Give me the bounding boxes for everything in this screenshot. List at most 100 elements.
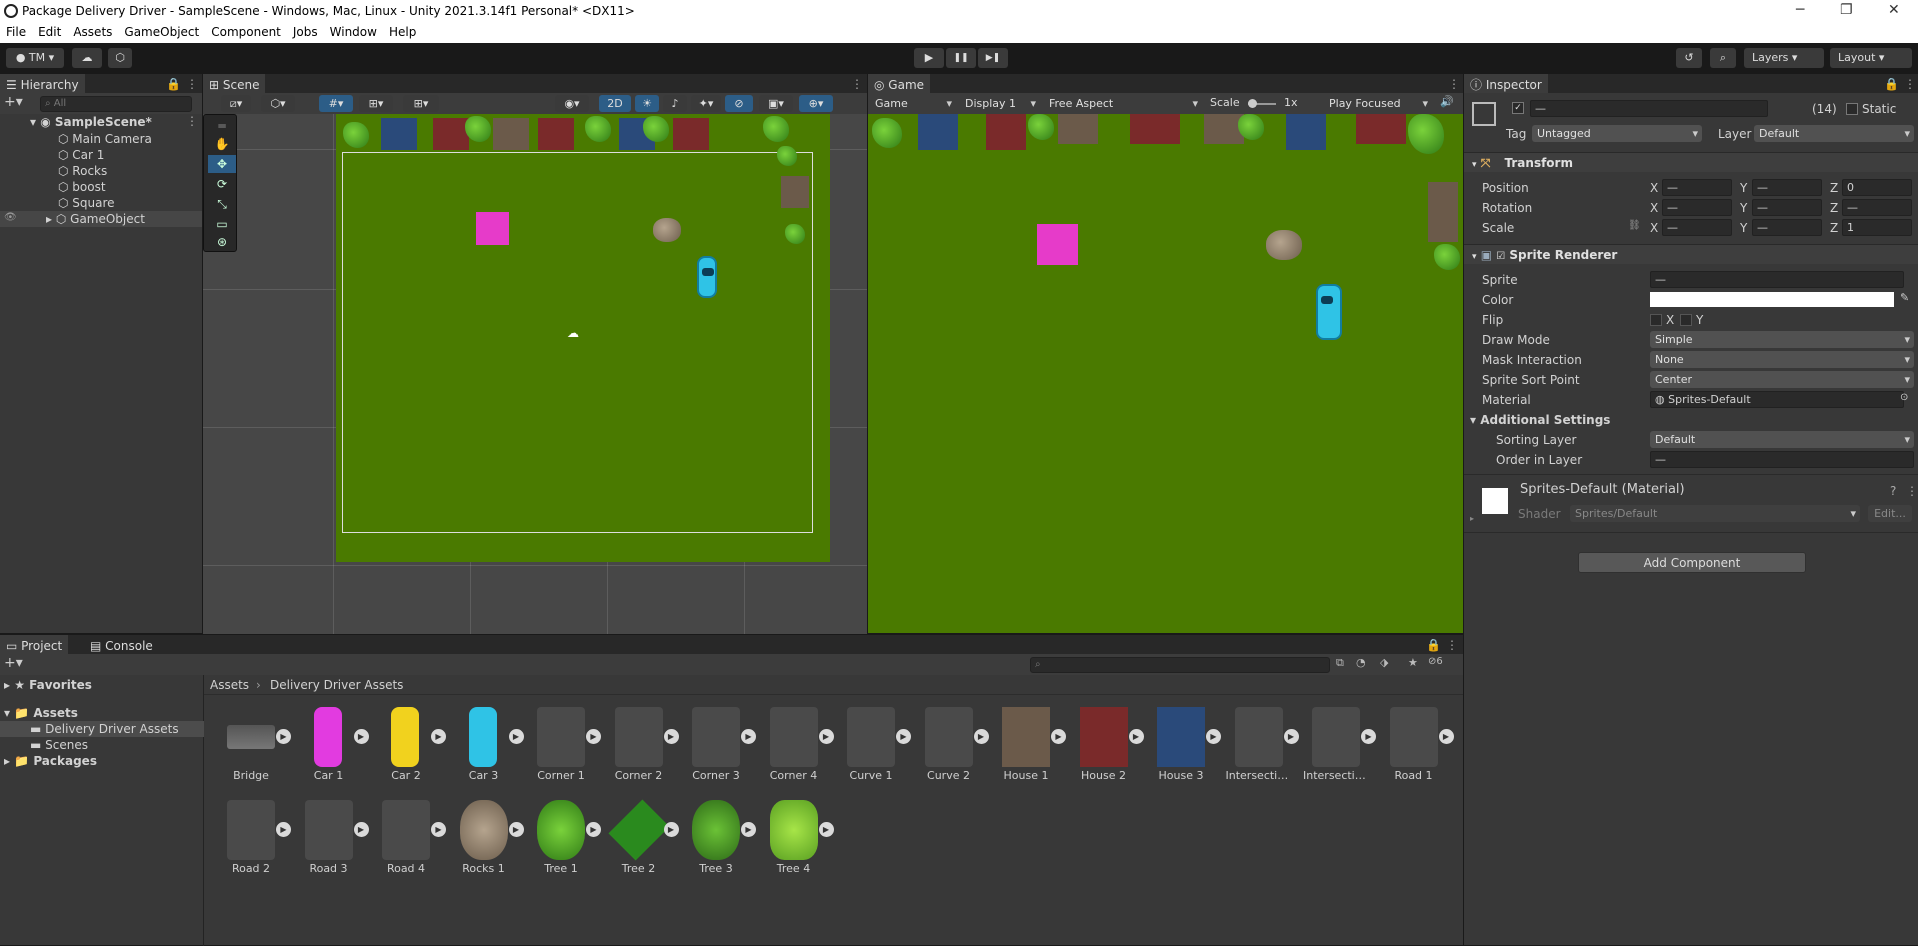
- hidden-packages-icon[interactable]: ⊘6: [1428, 656, 1443, 667]
- menu-gameobject[interactable]: GameObject: [118, 23, 205, 39]
- asset-item[interactable]: ▶ Corner 1: [528, 707, 601, 785]
- asset-item[interactable]: ▶ Road 4: [373, 800, 446, 878]
- cloud-icon[interactable]: ☁: [72, 48, 102, 68]
- asset-item[interactable]: ▶ Tree 2: [606, 799, 679, 878]
- asset-expand-icon[interactable]: ▶: [353, 822, 369, 837]
- layer-dropdown[interactable]: Default: [1754, 125, 1914, 142]
- asset-expand-icon[interactable]: ▶: [741, 729, 756, 744]
- asset-expand-icon[interactable]: ▶: [508, 822, 524, 837]
- asset-item[interactable]: ▶ Road 3: [296, 800, 369, 878]
- object-name-field[interactable]: —: [1530, 100, 1768, 117]
- hand-tool-icon[interactable]: ✋: [208, 135, 236, 153]
- play-button[interactable]: ▶: [914, 48, 944, 68]
- color-swatch[interactable]: [1650, 292, 1894, 307]
- scale-y-field[interactable]: —: [1752, 219, 1822, 236]
- menu-edit[interactable]: Edit: [32, 23, 67, 39]
- flip-x-checkbox[interactable]: [1650, 314, 1662, 326]
- tab-project[interactable]: ▭ Project: [0, 635, 69, 654]
- lock-icon[interactable]: 🔒: [1884, 77, 1899, 91]
- asset-expand-icon[interactable]: ▶: [586, 822, 601, 837]
- asset-item[interactable]: ▶ Tree 3: [683, 800, 756, 878]
- scale-tool-icon[interactable]: ⤡: [208, 195, 236, 213]
- asset-expand-icon[interactable]: ▶: [896, 729, 911, 744]
- audio-icon[interactable]: ♪: [663, 95, 687, 112]
- search-by-type-icon[interactable]: ⧉: [1336, 656, 1344, 670]
- asset-expand-icon[interactable]: ▶: [586, 729, 601, 744]
- position-y-field[interactable]: —: [1752, 179, 1822, 196]
- hierarchy-item-main-camera[interactable]: ⬡ Main Camera: [58, 131, 152, 147]
- asset-expand-icon[interactable]: ▶: [508, 729, 524, 744]
- scene-kebab-icon[interactable]: ⋮: [186, 114, 198, 128]
- asset-item[interactable]: ▶ Corner 4: [761, 707, 834, 785]
- kebab-icon[interactable]: ⋮: [186, 77, 198, 91]
- object-picker-icon[interactable]: ⊙: [1900, 392, 1908, 403]
- material-foldout-icon[interactable]: ▸: [1470, 514, 1474, 523]
- menu-window[interactable]: Window: [324, 23, 383, 39]
- visibility-icon[interactable]: 👁: [4, 212, 17, 223]
- account-button[interactable]: ● TM ▾: [6, 48, 64, 68]
- asset-item[interactable]: ▶ Tree 1: [528, 800, 601, 878]
- asset-item[interactable]: ▶ Intersectio...: [1226, 707, 1299, 785]
- scene-root[interactable]: ▾ ◉ SampleScene*: [30, 114, 152, 130]
- mask-interaction-dropdown[interactable]: None: [1650, 351, 1914, 368]
- asset-expand-icon[interactable]: ▶: [1128, 729, 1144, 744]
- shader-edit-button[interactable]: Edit...: [1868, 505, 1912, 522]
- breadcrumb-assets[interactable]: Assets: [210, 677, 249, 693]
- favorites-item[interactable]: ▸ ★ Favorites: [4, 677, 92, 693]
- asset-expand-icon[interactable]: ▶: [1438, 729, 1454, 744]
- grid-visibility-icon[interactable]: ⊞▾: [403, 95, 439, 112]
- lighting-icon[interactable]: ☀: [635, 95, 659, 112]
- asset-item[interactable]: ▶ House 3: [1148, 707, 1221, 785]
- scale-slider-thumb[interactable]: [1248, 99, 1257, 108]
- sorting-layer-dropdown[interactable]: Default: [1650, 431, 1914, 448]
- rect-tool-icon[interactable]: ▭: [208, 215, 236, 233]
- scene-canvas[interactable]: ☁ ═ ✋ ✥ ⟳ ⤡ ▭ ⊛: [203, 114, 867, 634]
- add-component-button[interactable]: Add Component: [1578, 552, 1806, 573]
- project-search-input[interactable]: ⌕: [1030, 657, 1330, 673]
- asset-item[interactable]: ▶ Curve 1: [838, 707, 911, 785]
- lock-icon[interactable]: 🔒: [1426, 638, 1441, 652]
- filter-icon[interactable]: ◔: [1356, 656, 1366, 669]
- asset-item[interactable]: ▶ Intersectio...: [1303, 707, 1376, 785]
- transform-header[interactable]: ▾ ⤧ Transform: [1464, 152, 1918, 172]
- material-kebab-icon[interactable]: ⋮: [1906, 484, 1918, 498]
- game-kebab-icon[interactable]: ⋮: [1448, 77, 1460, 91]
- packages-folder[interactable]: ▸ 📁 Packages: [4, 753, 97, 769]
- menu-component[interactable]: Component: [205, 23, 287, 39]
- breadcrumb-current[interactable]: Delivery Driver Assets: [270, 677, 403, 693]
- collab-icon[interactable]: ⬡: [108, 48, 132, 68]
- asset-expand-icon[interactable]: ▶: [431, 729, 446, 744]
- transform-tool-icon[interactable]: ⊛: [208, 233, 236, 251]
- grid-snap-icon[interactable]: #▾: [319, 95, 353, 112]
- add-icon[interactable]: +▾: [4, 655, 23, 671]
- move-tool-icon[interactable]: ✥: [208, 155, 236, 173]
- asset-expand-icon[interactable]: ▶: [741, 822, 756, 837]
- asset-expand-icon[interactable]: ▶: [1206, 729, 1221, 744]
- assets-folder[interactable]: ▾ 📁 Assets: [4, 705, 78, 721]
- close-button[interactable]: ✕: [1888, 2, 1900, 18]
- increment-snap-icon[interactable]: ⊞▾: [359, 95, 393, 112]
- flip-y-checkbox[interactable]: [1680, 314, 1692, 326]
- scene-kebab-icon[interactable]: ⋮: [851, 77, 863, 91]
- asset-item[interactable]: ▶ Corner 3: [683, 707, 756, 785]
- tag-dropdown[interactable]: Untagged: [1532, 125, 1702, 142]
- aspect-dropdown[interactable]: Free Aspect: [1044, 95, 1202, 112]
- tab-game[interactable]: ◎ Game: [868, 74, 931, 93]
- help-icon[interactable]: ?: [1890, 484, 1896, 498]
- asset-item[interactable]: ▶ Bridge: [218, 707, 291, 785]
- rotation-z-field[interactable]: —: [1842, 199, 1912, 216]
- hierarchy-item-boost[interactable]: ⬡ boost: [58, 179, 106, 195]
- layers-dropdown[interactable]: Layers ▾: [1744, 48, 1824, 68]
- position-x-field[interactable]: —: [1662, 179, 1732, 196]
- asset-expand-icon[interactable]: ▶: [431, 822, 446, 837]
- tab-console[interactable]: ▤ Console: [84, 635, 159, 654]
- asset-expand-icon[interactable]: ▶: [1283, 729, 1299, 744]
- kebab-icon[interactable]: ⋮: [1446, 638, 1458, 652]
- asset-expand-icon[interactable]: ▶: [818, 822, 834, 837]
- display-dropdown[interactable]: Display 1: [960, 95, 1040, 112]
- favorite-icon[interactable]: ★: [1408, 656, 1418, 669]
- sprite-renderer-header[interactable]: ▾ ▣ ☑ Sprite Renderer: [1464, 244, 1918, 264]
- camera-icon[interactable]: ▣▾: [759, 95, 793, 112]
- asset-expand-icon[interactable]: ▶: [663, 729, 679, 744]
- mode-2d-button[interactable]: 2D: [599, 95, 631, 112]
